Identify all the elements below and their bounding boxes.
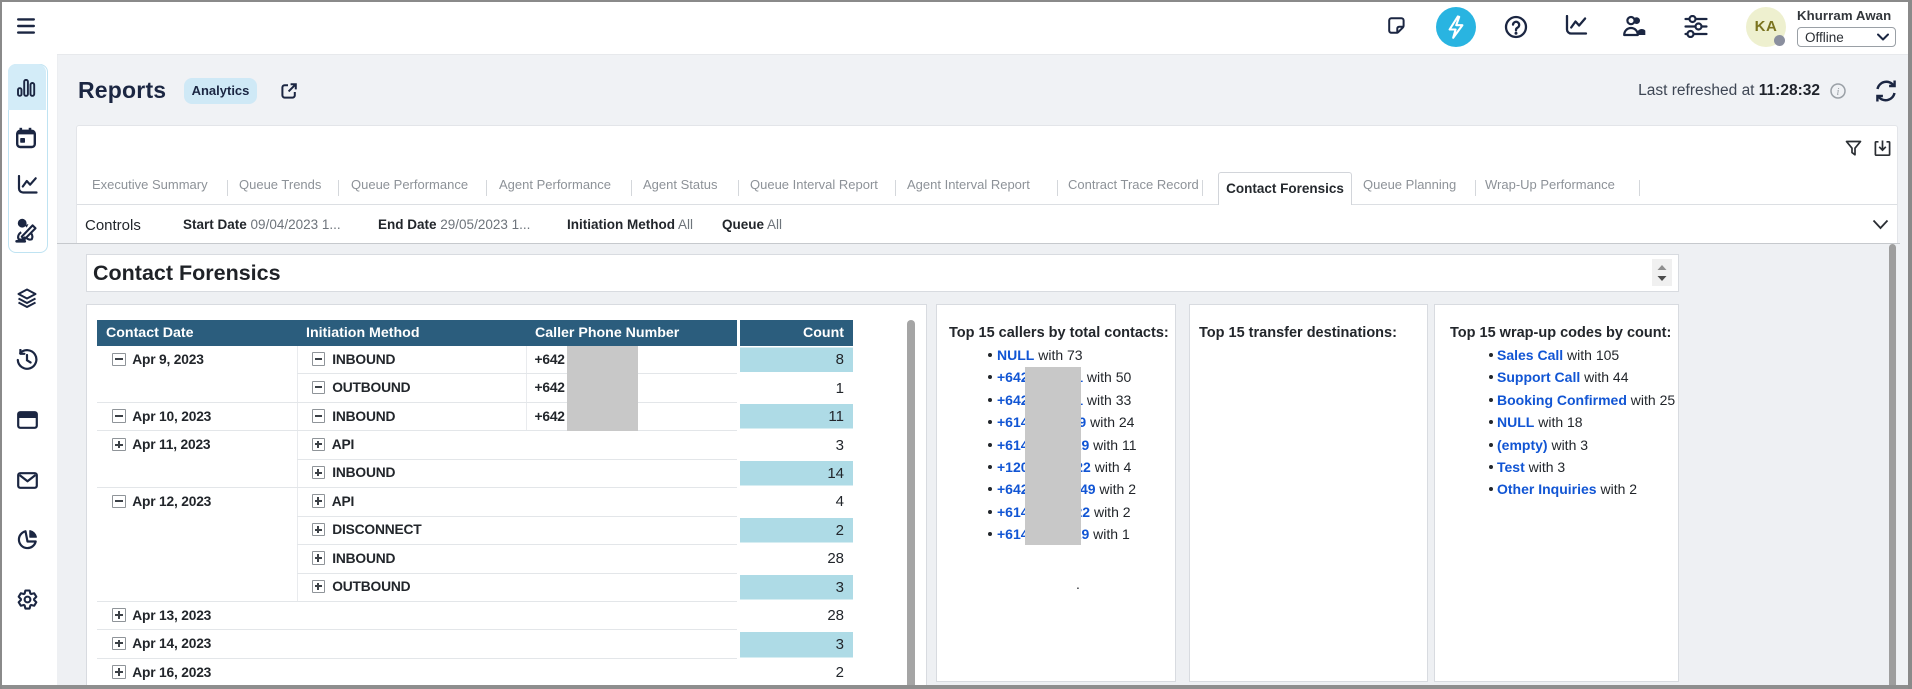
svg-text:i: i	[1837, 87, 1840, 98]
